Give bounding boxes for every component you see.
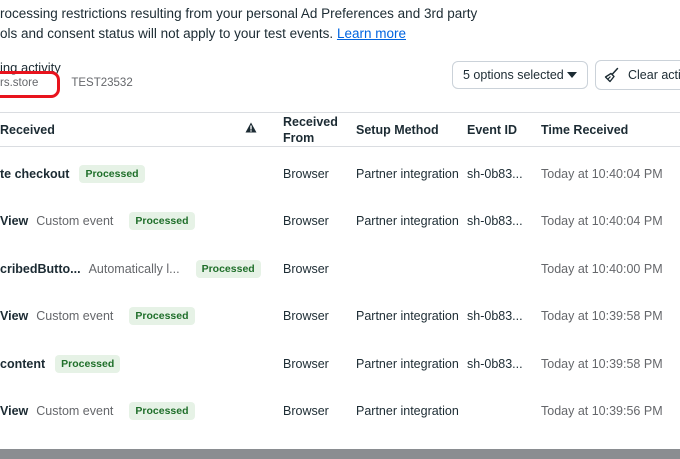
setup-method: Partner integration: [356, 356, 459, 371]
event-cell: View Custom event Processed: [0, 292, 195, 339]
event-name: View: [0, 213, 29, 228]
received-from: Browser: [283, 403, 329, 418]
setup-method: Partner integration: [356, 166, 459, 181]
time-received: Today at 10:39:58 PM: [541, 308, 663, 323]
received-from: Browser: [283, 166, 329, 181]
time-received: Today at 10:40:04 PM: [541, 213, 663, 228]
chevron-down-icon: [567, 72, 577, 78]
status-badge: Processed: [55, 354, 121, 373]
time-received: Today at 10:40:00 PM: [541, 261, 663, 276]
event-name: cribedButto...: [0, 261, 81, 276]
notice-line-2: ols and consent status will not apply to…: [0, 24, 477, 44]
event-name: View: [0, 403, 29, 418]
event-filter-select[interactable]: 5 options selected: [452, 61, 588, 89]
table-divider-header: [0, 146, 680, 147]
table-row[interactable]: View Custom event Processed Browser Part…: [0, 387, 680, 434]
event-cell: te checkout Processed: [0, 150, 145, 197]
header-setup-method: Setup Method: [356, 123, 439, 137]
horizontal-scrollbar[interactable]: [0, 449, 680, 459]
event-cell: content Processed: [0, 340, 121, 387]
broom-icon: [604, 67, 619, 83]
status-badge: Processed: [129, 401, 195, 420]
privacy-notice: rocessing restrictions resulting from yo…: [0, 4, 477, 44]
test-event-code: TEST23532: [71, 77, 133, 89]
received-from: Browser: [283, 308, 329, 323]
warning-icon: [245, 122, 257, 133]
event-cell: View Custom event Processed: [0, 197, 195, 244]
setup-method: Partner integration: [356, 308, 459, 323]
event-filter-label: 5 options selected: [463, 68, 564, 82]
received-from: Browser: [283, 213, 329, 228]
status-badge: Processed: [129, 211, 195, 230]
table-row[interactable]: View Custom event Processed Browser Part…: [0, 292, 680, 339]
header-received: Received: [0, 123, 55, 137]
header-event-id: Event ID: [467, 123, 518, 137]
event-name: content: [0, 356, 46, 371]
event-type: Custom event: [36, 213, 114, 228]
setup-method: Partner integration: [356, 403, 459, 418]
status-badge: Processed: [195, 259, 261, 278]
event-id: sh-0b83...: [467, 213, 523, 228]
event-name: View: [0, 308, 29, 323]
header-time-received: Time Received: [541, 123, 629, 137]
clear-activity-label: Clear activ: [628, 68, 680, 82]
setup-method: Partner integration: [356, 213, 459, 228]
event-name: te checkout: [0, 166, 70, 181]
event-id: sh-0b83...: [467, 166, 523, 181]
header-received-from: Received From: [283, 115, 338, 145]
time-received: Today at 10:39:56 PM: [541, 403, 663, 418]
status-badge: Processed: [129, 306, 195, 325]
table-row[interactable]: te checkout Processed Browser Partner in…: [0, 150, 680, 197]
clear-activity-button[interactable]: Clear activ: [595, 60, 680, 90]
table-row[interactable]: View Custom event Processed Browser Part…: [0, 197, 680, 244]
event-cell: View Custom event Processed: [0, 387, 195, 434]
notice-line-2-text: ols and consent status will not apply to…: [0, 26, 334, 41]
table-row[interactable]: content Processed Browser Partner integr…: [0, 340, 680, 387]
event-id: sh-0b83...: [467, 308, 523, 323]
event-type: Custom event: [36, 403, 114, 418]
event-type: Automatically l...: [88, 261, 180, 276]
time-received: Today at 10:40:04 PM: [541, 166, 663, 181]
learn-more-link[interactable]: Learn more: [337, 26, 406, 41]
annotation-highlight: [0, 71, 60, 98]
received-from: Browser: [283, 261, 329, 276]
time-received: Today at 10:39:58 PM: [541, 356, 663, 371]
event-type: Custom event: [36, 308, 114, 323]
event-cell: cribedButto... Automatically l... Proces…: [0, 245, 261, 292]
notice-line-1: rocessing restrictions resulting from yo…: [0, 6, 478, 21]
table-divider-top: [0, 112, 680, 113]
event-id: sh-0b83...: [467, 356, 523, 371]
status-badge: Processed: [79, 164, 145, 183]
table-row[interactable]: cribedButto... Automatically l... Proces…: [0, 245, 680, 292]
received-from: Browser: [283, 356, 329, 371]
